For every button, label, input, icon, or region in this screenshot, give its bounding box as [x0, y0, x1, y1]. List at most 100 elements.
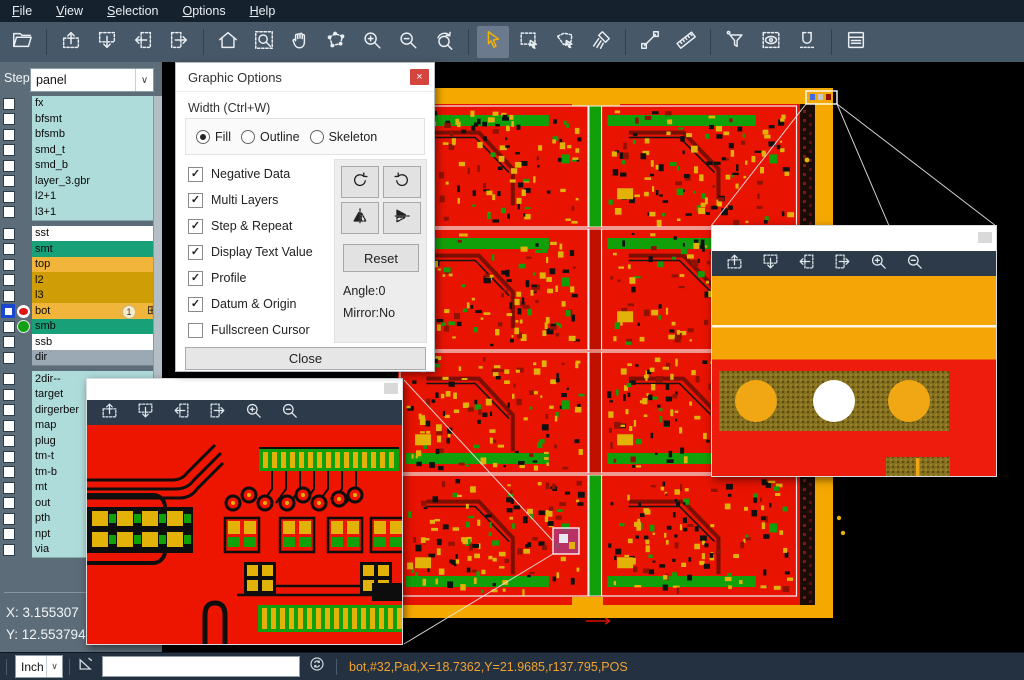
checkbox-row[interactable]: ✓Profile	[188, 265, 313, 291]
layer-checkbox[interactable]	[3, 321, 15, 333]
move-up-button[interactable]	[55, 26, 87, 58]
layer-name[interactable]: smt	[32, 241, 162, 258]
move-up-button[interactable]	[95, 401, 123, 425]
layer-checkbox-selected[interactable]	[1, 304, 15, 318]
checkbox-checked[interactable]: ✓	[188, 297, 203, 312]
layer-name[interactable]: l2	[32, 272, 162, 289]
checkbox-checked[interactable]: ✓	[188, 271, 203, 286]
snap-button[interactable]	[791, 26, 823, 58]
layer-row[interactable]: fx	[0, 96, 162, 112]
popup-title-bar[interactable]	[87, 379, 402, 400]
select-polygon-button[interactable]	[549, 26, 581, 58]
layer-checkbox[interactable]	[3, 389, 15, 401]
zoom-window-button[interactable]	[248, 26, 280, 58]
unit-select[interactable]: Inch ∨	[15, 655, 63, 678]
layer-checkbox[interactable]	[3, 243, 15, 255]
layer-checkbox[interactable]	[3, 352, 15, 364]
select-rect-button[interactable]	[513, 26, 545, 58]
move-down-button[interactable]	[131, 401, 159, 425]
display-options-button[interactable]	[755, 26, 787, 58]
layer-name[interactable]: l3+1	[32, 204, 162, 221]
checkbox-row[interactable]: ✓Step & Repeat	[188, 213, 313, 239]
close-icon[interactable]: ×	[410, 69, 429, 85]
layer-row[interactable]: smb	[0, 319, 162, 335]
layer-row[interactable]: bot1⊞	[0, 304, 162, 320]
layer-row[interactable]: smt	[0, 242, 162, 258]
filter-button[interactable]	[719, 26, 751, 58]
menu-item-view[interactable]: View	[44, 0, 95, 22]
checkbox-checked[interactable]: ✓	[188, 167, 203, 182]
layer-name[interactable]: layer_3.gbr	[32, 173, 162, 190]
popup-window-button[interactable]	[384, 383, 398, 394]
layer-checkbox[interactable]	[3, 435, 15, 447]
close-button[interactable]: Close	[185, 347, 426, 370]
layer-row[interactable]: smd_t	[0, 143, 162, 159]
menu-item-selection[interactable]: Selection	[95, 0, 170, 22]
layer-row[interactable]: sst	[0, 226, 162, 242]
layer-checkbox[interactable]	[3, 466, 15, 478]
checkbox-row[interactable]: ✓Multi Layers	[188, 187, 313, 213]
layer-checkbox[interactable]	[3, 259, 15, 271]
layer-checkbox[interactable]	[3, 482, 15, 494]
move-left-button[interactable]	[167, 401, 195, 425]
checkbox-checked[interactable]: ✓	[188, 193, 203, 208]
zoom-in-button[interactable]	[239, 401, 267, 425]
step-select[interactable]: panel ∨	[30, 68, 154, 92]
layer-name[interactable]: smb	[32, 319, 162, 336]
mirror-horizontal-button[interactable]	[383, 202, 421, 234]
layer-checkbox[interactable]	[3, 129, 15, 141]
layer-checkbox[interactable]	[3, 206, 15, 218]
move-left-button[interactable]	[127, 26, 159, 58]
move-left-button[interactable]	[792, 252, 820, 276]
layer-checkbox[interactable]	[3, 544, 15, 556]
menu-item-file[interactable]: File	[0, 0, 44, 22]
layer-checkbox[interactable]	[3, 497, 15, 509]
menu-item-help[interactable]: Help	[238, 0, 288, 22]
layer-row[interactable]: ssb	[0, 335, 162, 351]
layer-name[interactable]: l3	[32, 288, 162, 305]
layer-name[interactable]: sst	[32, 226, 162, 243]
layer-row[interactable]: l2+1	[0, 189, 162, 205]
rotate-ccw-button[interactable]	[383, 166, 421, 198]
checkbox-row[interactable]: ✓Datum & Origin	[188, 291, 313, 317]
rotate-cw-button[interactable]	[341, 166, 379, 198]
move-right-button[interactable]	[203, 401, 231, 425]
layer-checkbox[interactable]	[3, 290, 15, 302]
reset-button[interactable]: Reset	[343, 244, 419, 272]
layer-row[interactable]: l3	[0, 288, 162, 304]
clean-button[interactable]	[585, 26, 617, 58]
zoom-in-button[interactable]	[356, 26, 388, 58]
sync-icon[interactable]	[308, 655, 326, 678]
move-down-button[interactable]	[91, 26, 123, 58]
dialog-title-bar[interactable]: Graphic Options ×	[176, 63, 434, 92]
layers-panel-button[interactable]	[840, 26, 872, 58]
layer-checkbox[interactable]	[3, 528, 15, 540]
zoom-out-button[interactable]	[275, 401, 303, 425]
layer-checkbox[interactable]	[3, 175, 15, 187]
layer-checkbox[interactable]	[3, 451, 15, 463]
layer-name[interactable]: l2+1	[32, 189, 162, 206]
chevron-down-icon[interactable]: ∨	[135, 69, 153, 91]
layer-row[interactable]: dir	[0, 350, 162, 366]
checkbox-row[interactable]: Fullscreen Cursor	[188, 317, 313, 343]
layer-row[interactable]: top	[0, 257, 162, 273]
radio-fill[interactable]: Fill	[196, 130, 231, 144]
command-input[interactable]	[102, 656, 300, 677]
layer-checkbox[interactable]	[3, 98, 15, 110]
move-up-button[interactable]	[720, 252, 748, 276]
layer-checkbox[interactable]	[3, 373, 15, 385]
move-right-button[interactable]	[163, 26, 195, 58]
checkbox-unchecked[interactable]	[188, 323, 203, 338]
layer-name[interactable]: smd_t	[32, 142, 162, 159]
checkbox-row[interactable]: ✓Display Text Value	[188, 239, 313, 265]
layer-checkbox[interactable]	[3, 228, 15, 240]
layer-name[interactable]: bfsmt	[32, 111, 162, 128]
layer-row[interactable]: l2	[0, 273, 162, 289]
mirror-vertical-button[interactable]	[341, 202, 379, 234]
select-cursor-button[interactable]	[477, 26, 509, 58]
layer-checkbox[interactable]	[3, 113, 15, 125]
layer-row[interactable]: bfsmb	[0, 127, 162, 143]
zoom-previous-button[interactable]	[428, 26, 460, 58]
layer-checkbox[interactable]	[3, 274, 15, 286]
layer-name[interactable]: smd_b	[32, 158, 162, 175]
